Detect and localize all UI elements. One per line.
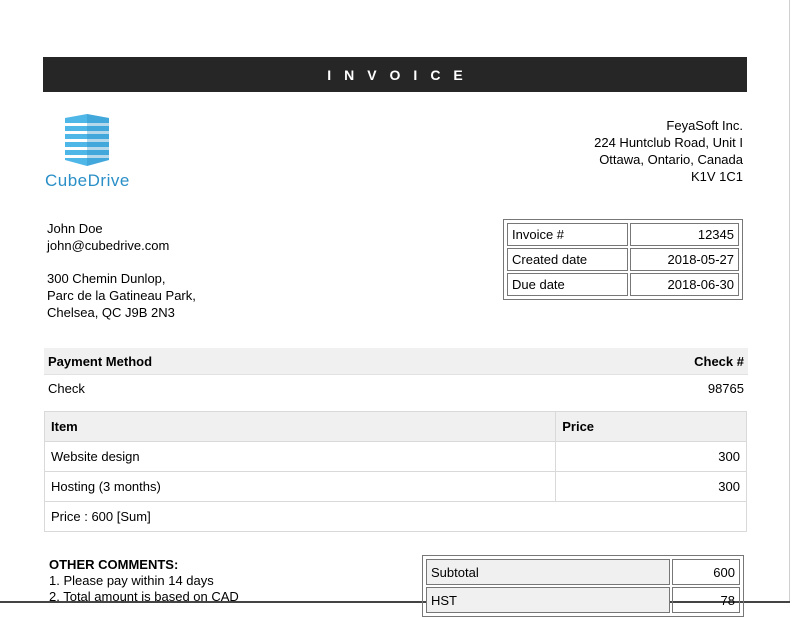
company-city: Ottawa, Ontario, Canada [599, 152, 743, 167]
other-comments: OTHER COMMENTS: 1. Please pay within 14 … [49, 557, 239, 605]
company-postal: K1V 1C1 [690, 169, 743, 184]
invoice-banner: INVOICE [43, 57, 747, 92]
item-name: Website design [43, 441, 557, 472]
created-date-row: Created date 2018-05-27 [507, 248, 739, 271]
customer-address-line: Chelsea, QC J9B 2N3 [47, 305, 175, 320]
payment-row: Check 98765 [44, 375, 748, 401]
customer-address-line: 300 Chemin Dunlop, [47, 271, 166, 286]
table-row: Website design 300 [43, 441, 747, 472]
check-number: 98765 [707, 380, 744, 396]
payment-method: Check [48, 380, 85, 396]
customer-address-line: Parc de la Gatineau Park, [47, 288, 196, 303]
payment-method-header: Payment Method [48, 353, 153, 369]
totals-label: HST [426, 587, 670, 613]
company-logo: CubeDrive [45, 114, 135, 194]
payment-section: Payment Method Check # Check 98765 [44, 348, 748, 401]
item-column-header: Item [43, 411, 557, 442]
totals-label: Subtotal [426, 559, 670, 585]
totals-value: 78 [672, 587, 740, 613]
meta-label: Invoice # [507, 223, 629, 246]
comments-title: OTHER COMMENTS: [49, 557, 179, 572]
comment-line: 1. Please pay within 14 days [49, 573, 214, 588]
invoice-number-row: Invoice # 12345 [507, 223, 739, 246]
customer-contact: John Doe john@cubedrive.com [47, 220, 169, 254]
item-price: 300 [555, 471, 747, 502]
meta-label: Created date [507, 248, 629, 271]
company-address: FeyaSoft Inc. 224 Huntclub Road, Unit I … [594, 117, 743, 185]
invoice-title: INVOICE [327, 66, 476, 83]
company-name: FeyaSoft Inc. [666, 118, 743, 133]
sum-row: Price : 600 [Sum] [44, 501, 747, 532]
cube-logo-icon [65, 114, 109, 166]
price-column-header: Price [555, 411, 747, 442]
items-header-row: Item Price [43, 411, 747, 442]
invoice-meta-table: Invoice # 12345 Created date 2018-05-27 … [503, 219, 743, 300]
payment-header: Payment Method Check # [44, 348, 748, 375]
customer-address: 300 Chemin Dunlop, Parc de la Gatineau P… [47, 270, 196, 321]
meta-value: 2018-06-30 [630, 273, 739, 296]
customer-name: John Doe [47, 221, 103, 236]
meta-label: Due date [507, 273, 629, 296]
check-number-header: Check # [694, 353, 744, 369]
table-row: Hosting (3 months) 300 [43, 471, 747, 502]
meta-value: 2018-05-27 [630, 248, 739, 271]
meta-value: 12345 [630, 223, 739, 246]
price-sum: Price : 600 [Sum] [44, 501, 747, 532]
customer-email: john@cubedrive.com [47, 238, 170, 253]
due-date-row: Due date 2018-06-30 [507, 273, 739, 296]
hst-row: HST 78 [426, 587, 740, 613]
totals-value: 600 [672, 559, 740, 585]
item-price: 300 [555, 441, 747, 472]
items-table: Item Price Website design 300 Hosting (3… [43, 411, 747, 532]
totals-table: Subtotal 600 HST 78 [422, 555, 744, 617]
company-street: 224 Huntclub Road, Unit I [594, 135, 743, 150]
item-name: Hosting (3 months) [43, 471, 557, 502]
subtotal-row: Subtotal 600 [426, 559, 740, 585]
logo-text: CubeDrive [45, 171, 130, 190]
page-edge-right [789, 0, 790, 603]
